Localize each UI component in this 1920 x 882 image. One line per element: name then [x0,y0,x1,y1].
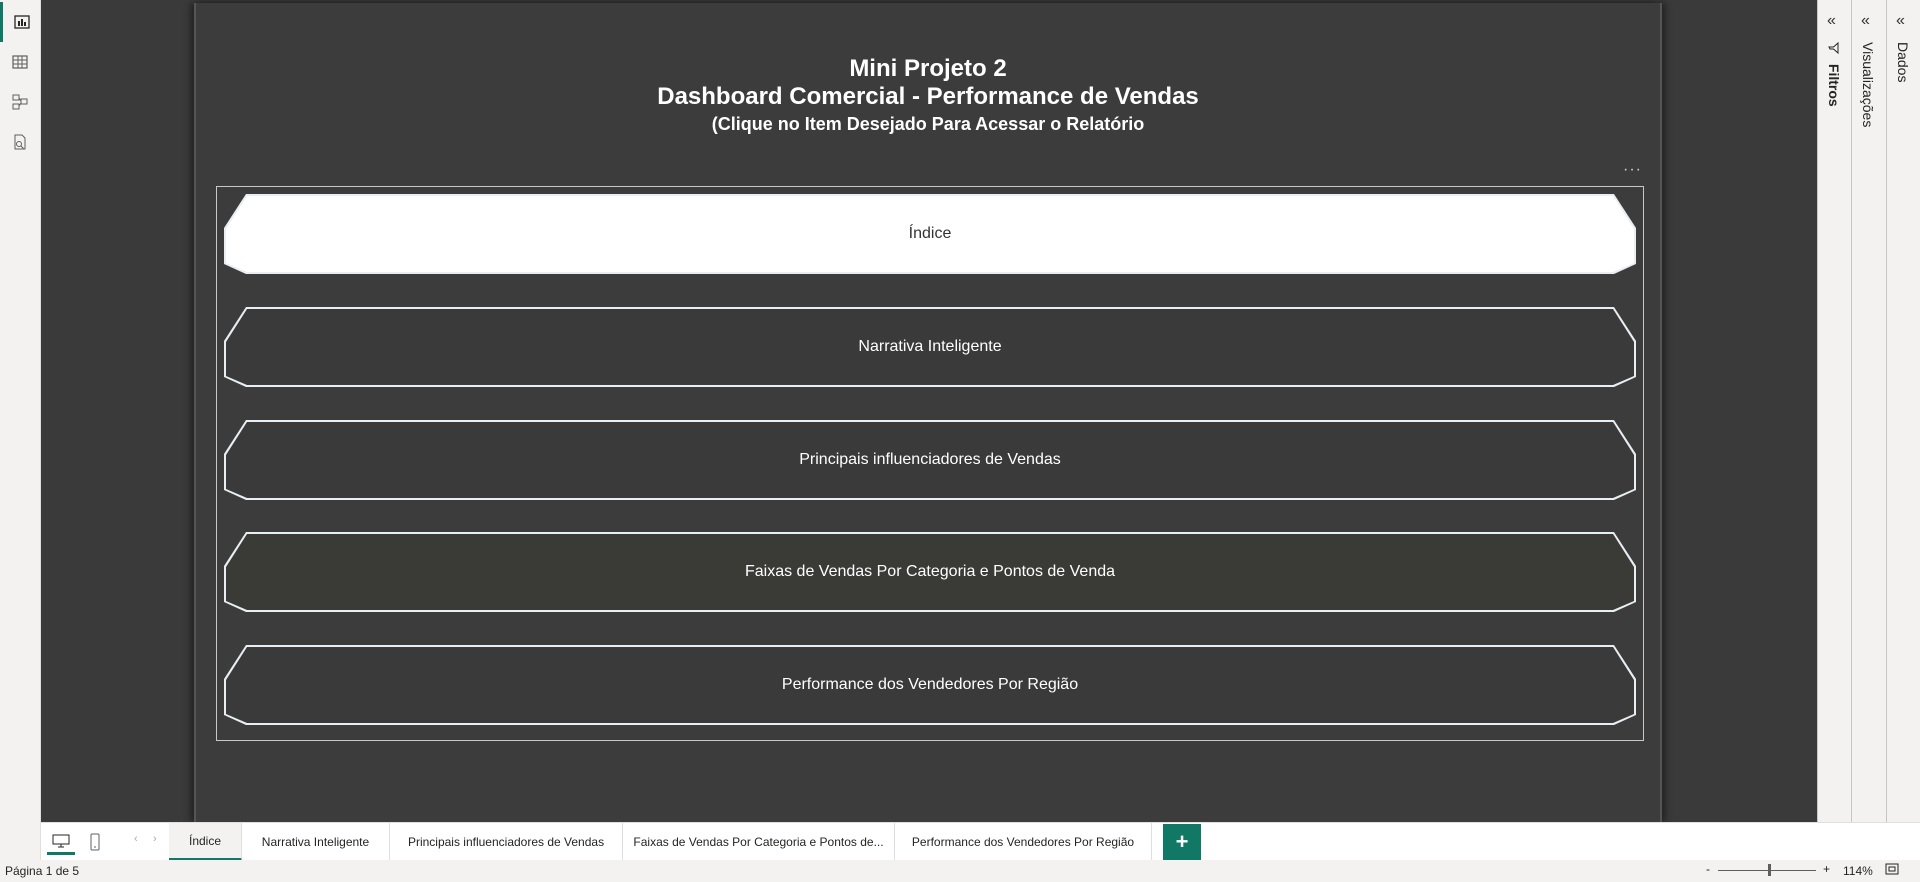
prev-page-arrow-icon[interactable]: ‹ [134,833,138,845]
nav-button-influenciadores[interactable]: Principais influenciadores de Vendas [224,420,1636,500]
page-tab-faixas[interactable]: Faixas de Vendas Por Categoria e Pontos … [623,823,895,861]
status-bar: Página 1 de 5 - + 114% [0,860,1920,882]
data-pane-label: Dados [1895,42,1911,83]
nav-button-label: Faixas de Vendas Por Categoria e Pontos … [226,534,1634,610]
mobile-icon [90,833,100,851]
desktop-layout-button[interactable] [47,829,75,855]
report-title-line-1: Mini Projeto 2 [849,55,1007,82]
desktop-icon [52,834,70,847]
zoom-slider[interactable] [1718,870,1816,871]
fit-to-page-icon[interactable] [1885,863,1899,875]
model-view-button[interactable] [0,82,40,122]
report-title-line-3: (Clique no Item Desejado Para Acessar o … [711,114,1145,134]
filter-icon [1826,41,1842,55]
dax-query-icon [14,134,26,150]
zoom-in-button[interactable]: + [1823,862,1830,876]
collapse-chevron-icon[interactable]: « [1861,12,1870,30]
page-tab-narrativa[interactable]: Narrativa Inteligente [242,823,390,861]
zoom-out-button[interactable]: - [1706,862,1710,876]
page-navigator: Índice Narrativa Inteligente Principais … [216,186,1644,741]
view-toggles: ‹ › [41,823,169,861]
nav-button-label: Índice [226,196,1634,272]
zoom-slider-thumb[interactable] [1768,864,1771,876]
report-title-line-2: Dashboard Comercial - Performance de Ven… [657,83,1199,110]
nav-button-faixas[interactable]: Faixas de Vendas Por Categoria e Pontos … [224,532,1636,612]
right-panes: « Filtros « Visualizações « Dados [1817,0,1920,860]
visualizations-pane[interactable]: « Visualizações [1851,0,1886,860]
collapse-chevron-icon[interactable]: « [1896,12,1905,30]
visualizations-pane-label: Visualizações [1860,42,1876,128]
page-tab-influenciadores[interactable]: Principais influenciadores de Vendas [390,823,623,861]
page-tab-indice[interactable]: Índice [169,823,242,861]
collapse-chevron-icon[interactable]: « [1827,12,1836,30]
nav-button-indice[interactable]: Índice [224,194,1636,274]
filters-pane-label: Filtros [1826,41,1842,107]
mobile-layout-button[interactable] [81,829,109,855]
data-pane[interactable]: « Dados [1886,0,1920,860]
more-options-icon[interactable]: ··· [1623,162,1643,178]
nav-button-narrativa[interactable]: Narrativa Inteligente [224,307,1636,387]
nav-button-performance[interactable]: Performance dos Vendedores Por Região [224,645,1636,725]
zoom-level: 114% [1843,864,1873,878]
page-tab-bar: ‹ › Índice Narrativa Inteligente Princip… [41,822,1920,861]
report-canvas: Mini Projeto 2 Dashboard Comercial - Per… [41,0,1817,822]
report-page: Mini Projeto 2 Dashboard Comercial - Per… [194,3,1662,822]
nav-button-label: Narrativa Inteligente [226,309,1634,385]
nav-button-label: Principais influenciadores de Vendas [226,422,1634,498]
filters-label-text: Filtros [1826,63,1842,107]
model-view-icon [12,94,28,110]
nav-button-label: Performance dos Vendedores Por Região [226,647,1634,723]
report-view-button[interactable] [0,2,40,42]
page-count: Página 1 de 5 [5,864,80,878]
table-view-icon [12,55,28,69]
add-page-button[interactable]: + [1163,824,1201,860]
next-page-arrow-icon[interactable]: › [153,833,157,845]
page-tab-performance[interactable]: Performance dos Vendedores Por Região [895,823,1152,861]
report-view-icon [13,15,30,29]
left-view-rail [0,0,41,860]
dax-query-button[interactable] [0,122,40,162]
table-view-button[interactable] [0,42,40,82]
filters-pane[interactable]: « Filtros [1817,0,1851,860]
